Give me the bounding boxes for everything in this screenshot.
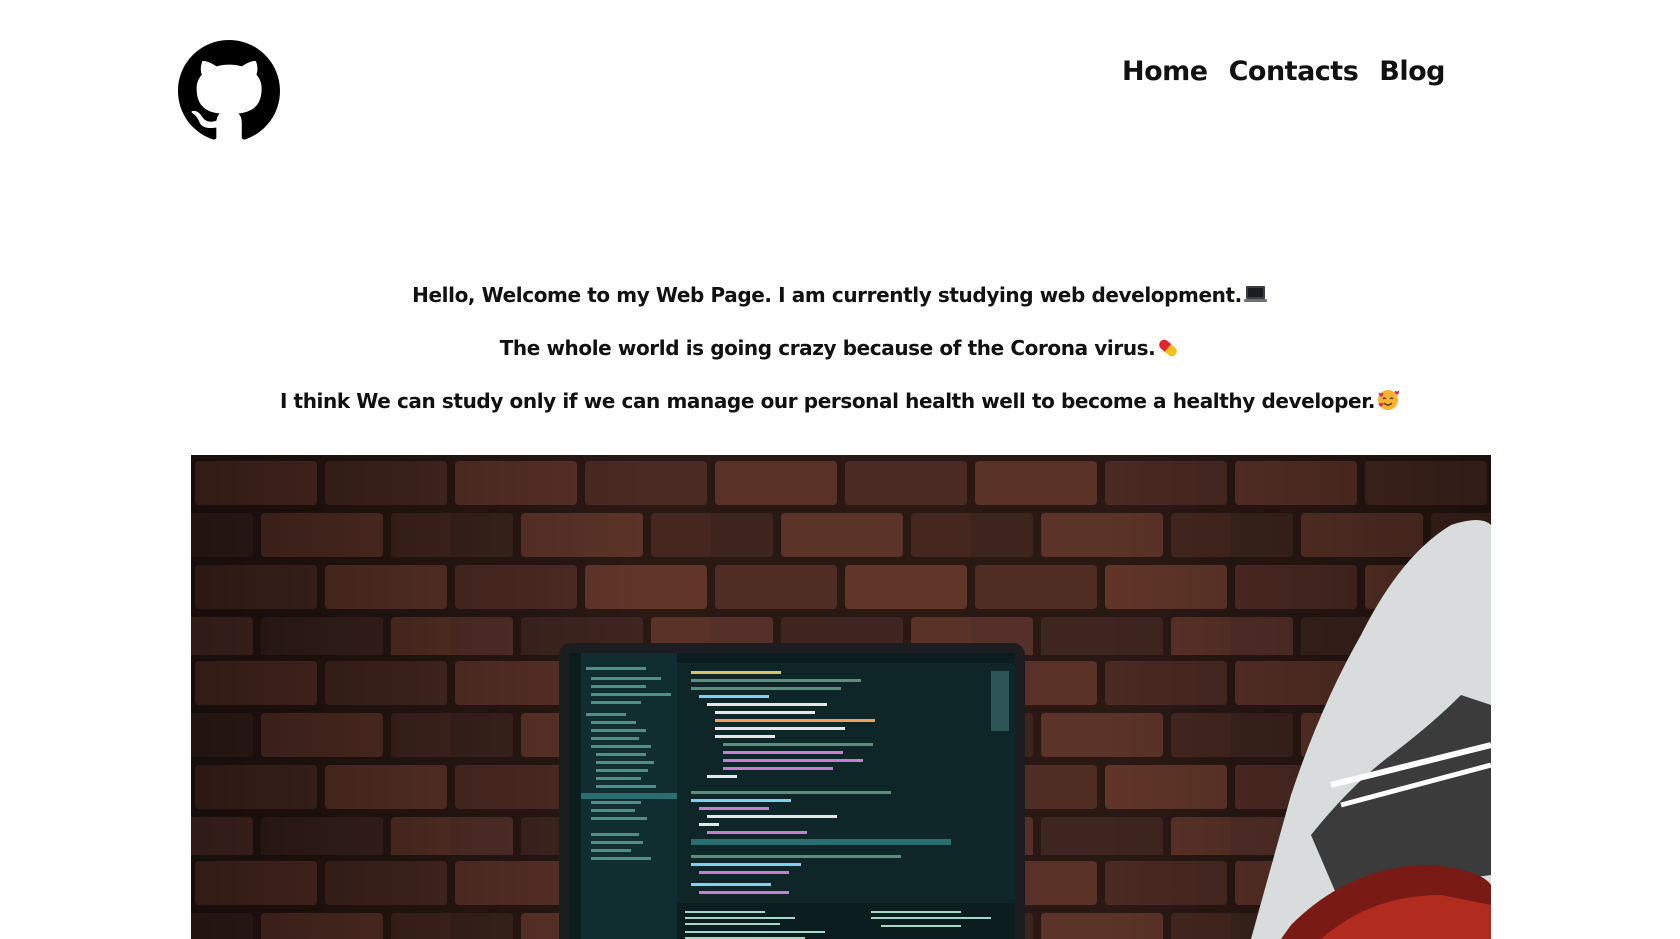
intro-line-3: I think We can study only if we can mana… bbox=[0, 382, 1680, 435]
intro-line-2-text: The whole world is going crazy because o… bbox=[499, 336, 1156, 360]
intro-line-1-text: Hello, Welcome to my Web Page. I am curr… bbox=[412, 283, 1242, 307]
main-nav: Home Contacts Blog bbox=[1122, 56, 1446, 87]
intro-line-3-text: I think We can study only if we can mana… bbox=[279, 389, 1376, 413]
smiling-face-with-hearts-emoji-icon bbox=[1376, 386, 1400, 424]
nav-home-link[interactable]: Home bbox=[1122, 56, 1208, 87]
laptop-emoji-icon bbox=[1243, 280, 1268, 318]
intro-text: Hello, Welcome to my Web Page. I am curr… bbox=[0, 276, 1680, 435]
site-header: Home Contacts Blog bbox=[0, 0, 1680, 160]
nav-blog-link[interactable]: Blog bbox=[1379, 56, 1445, 87]
intro-line-2: The whole world is going crazy because o… bbox=[0, 329, 1680, 382]
github-icon[interactable] bbox=[178, 40, 280, 142]
nav-contacts-link[interactable]: Contacts bbox=[1229, 56, 1359, 87]
hero-image bbox=[191, 455, 1491, 939]
pill-emoji-icon bbox=[1156, 333, 1180, 371]
page: Home Contacts Blog Hello, Welcome to my … bbox=[0, 0, 1680, 939]
intro-line-1: Hello, Welcome to my Web Page. I am curr… bbox=[0, 276, 1680, 329]
